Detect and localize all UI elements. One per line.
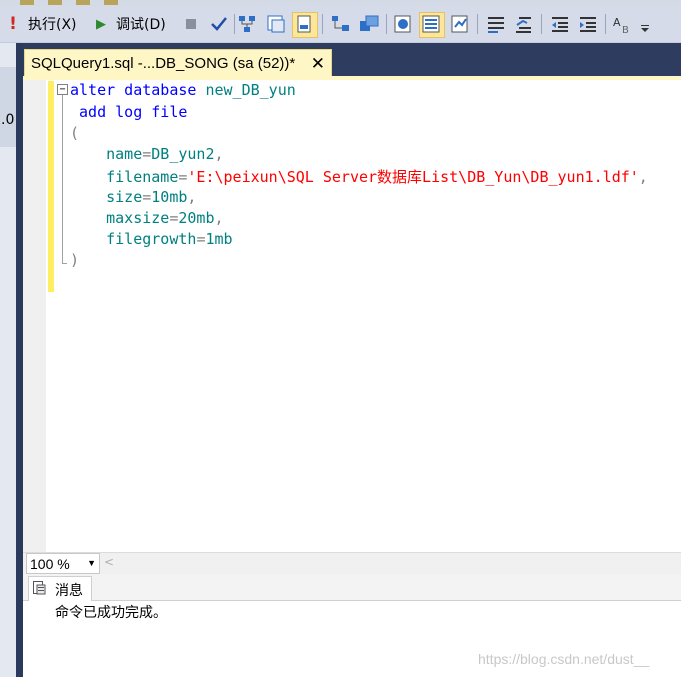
- code-token: size: [70, 188, 143, 206]
- object-explorer-header-edge: [0, 67, 16, 147]
- outline-line-end: [62, 263, 67, 264]
- parse-icon[interactable]: [208, 13, 230, 35]
- code-line[interactable]: maxsize=20mb,: [70, 209, 224, 227]
- code-token: DB_yun2: [151, 145, 215, 163]
- svg-text:B: B: [622, 25, 629, 35]
- include-stats-icon[interactable]: [449, 13, 471, 35]
- collapse-icon[interactable]: −: [57, 84, 68, 95]
- code-token: filegrowth: [70, 230, 197, 248]
- editor-gutter: [23, 80, 46, 552]
- query-designer-icon[interactable]: [265, 13, 287, 35]
- results-file-icon: [297, 15, 311, 33]
- results-text-icon[interactable]: [330, 13, 352, 35]
- code-token: new_DB_yun: [205, 81, 296, 99]
- toolbar-separator: [541, 14, 542, 34]
- code-token: =: [142, 188, 152, 206]
- toolbar-overflow-icon[interactable]: [638, 13, 652, 35]
- code-token: alter database: [70, 81, 206, 99]
- decrease-indent-icon[interactable]: [549, 13, 571, 35]
- zoom-value: 100 %: [30, 555, 70, 572]
- sql-editor-toolbar: ! 执行(X) ▶ 调试(D) AB: [0, 6, 681, 43]
- code-token: add log file: [70, 103, 188, 121]
- actual-plan-button[interactable]: [419, 12, 445, 38]
- tab-sqlquery1[interactable]: SQLQuery1.sql -...DB_SONG (sa (52))* ✕: [24, 49, 332, 77]
- execute-label: 执行(X): [28, 17, 77, 33]
- scroll-left-arrow[interactable]: <: [104, 555, 114, 569]
- object-explorer-partial-text: .0: [1, 112, 15, 128]
- messages-tab-label: 消息: [55, 582, 83, 599]
- object-explorer-edge: [0, 43, 17, 677]
- code-line[interactable]: (: [70, 124, 79, 142]
- code-line[interactable]: alter database new_DB_yun: [70, 81, 296, 99]
- toolbar-separator: [322, 14, 323, 34]
- code-token: ,: [214, 209, 224, 227]
- debug-icon: ▶: [96, 16, 106, 32]
- watermark: https://blog.csdn.net/dust__: [478, 651, 650, 667]
- code-line[interactable]: filename='E:\peixun\SQL Server数据库List\DB…: [70, 166, 648, 187]
- code-token: 'E:\peixun\SQL Server数据库List\DB_Yun\DB_y…: [187, 168, 639, 186]
- toolbar-icon-fragment: [104, 0, 118, 5]
- specify-values-icon[interactable]: AB: [612, 13, 634, 35]
- code-token: filename: [70, 168, 179, 186]
- execute-icon: !: [9, 14, 17, 34]
- code-token: ,: [214, 145, 224, 163]
- code-token: 1mb: [205, 230, 233, 248]
- editor-status-bar: [23, 552, 681, 574]
- results-to-file-button[interactable]: [292, 12, 318, 38]
- code-line[interactable]: ): [70, 251, 79, 269]
- change-tracking-bar: [48, 81, 54, 292]
- zoom-select[interactable]: 100 % ▼: [26, 553, 100, 574]
- toolbar-icon-fragment: [48, 0, 62, 5]
- results-grid-icon[interactable]: [358, 13, 380, 35]
- toolbar-icon-fragment: [20, 0, 34, 5]
- stop-icon[interactable]: [180, 13, 202, 35]
- actual-plan-icon: [422, 15, 440, 33]
- code-token: (: [70, 124, 80, 142]
- code-token: maxsize: [70, 209, 170, 227]
- code-token: 10mb: [151, 188, 188, 206]
- close-icon[interactable]: ✕: [311, 54, 325, 74]
- code-token: =: [142, 145, 152, 163]
- code-line[interactable]: name=DB_yun2,: [70, 145, 224, 163]
- code-line[interactable]: size=10mb,: [70, 188, 196, 206]
- chevron-down-icon: ▼: [87, 558, 96, 568]
- comment-icon[interactable]: [485, 13, 507, 35]
- svg-text:A: A: [613, 16, 621, 29]
- toolbar-separator: [234, 14, 235, 34]
- toolbar-separator: [605, 14, 606, 34]
- outline-line: [62, 95, 63, 263]
- increase-indent-icon[interactable]: [577, 13, 599, 35]
- code-token: ,: [187, 188, 197, 206]
- results-tab-bar: [23, 574, 681, 601]
- code-line[interactable]: add log file: [70, 103, 187, 121]
- uncomment-icon[interactable]: [513, 13, 535, 35]
- result-message: 命令已成功完成。: [55, 605, 167, 621]
- window-divider[interactable]: [16, 43, 23, 677]
- code-token: 20mb: [178, 209, 215, 227]
- code-token: ): [70, 251, 80, 269]
- toolbar-separator: [477, 14, 478, 34]
- debug-label: 调试(D): [116, 17, 166, 33]
- message-icon: [33, 581, 46, 595]
- toolbar-icon-fragment: [76, 0, 90, 5]
- tab-title: SQLQuery1.sql -...DB_SONG (sa (52))*: [31, 55, 296, 72]
- debug-button[interactable]: ▶ 调试(D): [96, 11, 166, 37]
- client-stats-icon[interactable]: [392, 13, 414, 35]
- code-line[interactable]: filegrowth=1mb: [70, 230, 233, 248]
- toolbar-separator: [386, 14, 387, 34]
- code-token: ,: [638, 168, 648, 186]
- display-plan-icon[interactable]: [237, 13, 259, 35]
- execute-button[interactable]: ! 执行(X): [6, 11, 77, 37]
- code-token: name: [70, 145, 143, 163]
